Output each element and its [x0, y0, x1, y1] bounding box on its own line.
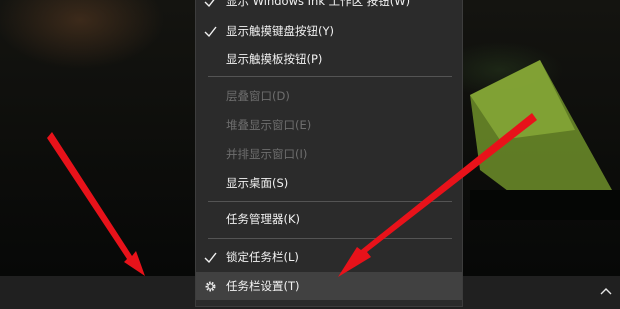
- menu-item-label: 并排显示窗口(I): [226, 147, 308, 161]
- checkmark-icon: [204, 26, 217, 37]
- checkmark-icon: [204, 252, 217, 263]
- menu-item-show-desktop[interactable]: 显示桌面(S): [196, 169, 462, 197]
- menu-item-show-windows-ink[interactable]: 显示 Windows Ink 工作区 按钮(W): [196, 0, 462, 15]
- menu-item-label: 显示 Windows Ink 工作区 按钮(W): [226, 0, 411, 8]
- menu-item-side-by-side-windows: 并排显示窗口(I): [196, 140, 462, 168]
- menu-item-show-touch-keyboard[interactable]: 显示触摸键盘按钮(Y): [196, 17, 462, 45]
- menu-item-label: 锁定任务栏(L): [226, 250, 299, 264]
- menu-item-label: 显示触摸板按钮(P): [226, 52, 323, 66]
- menu-item-task-manager[interactable]: 任务管理器(K): [196, 205, 462, 233]
- menu-item-cascade-windows: 层叠窗口(D): [196, 82, 462, 110]
- menu-item-taskbar-settings[interactable]: 任务栏设置(T): [196, 272, 462, 300]
- menu-item-label: 堆叠显示窗口(E): [226, 118, 312, 132]
- checkmark-icon: [204, 0, 215, 7]
- menu-item-label: 显示桌面(S): [226, 176, 289, 190]
- menu-item-show-touchpad[interactable]: 显示触摸板按钮(P): [196, 45, 462, 73]
- menu-separator: [208, 201, 452, 202]
- menu-separator: [208, 76, 452, 77]
- menu-item-lock-taskbar[interactable]: 锁定任务栏(L): [196, 243, 462, 271]
- gear-icon: [205, 281, 216, 291]
- menu-item-stack-windows: 堆叠显示窗口(E): [196, 111, 462, 139]
- menu-item-label: 显示触摸键盘按钮(Y): [226, 24, 334, 38]
- taskbar-context-menu: 显示 Windows Ink 工作区 按钮(W) 显示触摸键盘按钮(Y) 显示触…: [195, 0, 463, 307]
- menu-item-label: 任务栏设置(T): [226, 279, 300, 293]
- chevron-up-icon[interactable]: [598, 284, 614, 300]
- menu-item-label: 层叠窗口(D): [226, 89, 290, 103]
- menu-item-label: 任务管理器(K): [226, 212, 301, 226]
- menu-separator: [208, 238, 452, 239]
